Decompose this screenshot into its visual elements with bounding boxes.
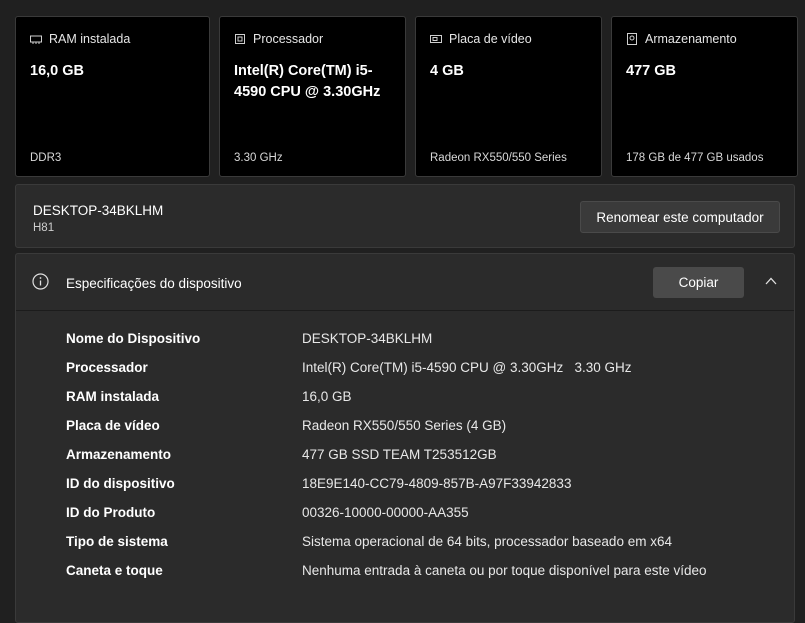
copy-button[interactable]: Copiar	[653, 267, 744, 298]
storage-icon	[626, 33, 638, 45]
card-value: Intel(R) Core(TM) i5-4590 CPU @ 3.30GHz	[234, 63, 381, 100]
card-header: Placa de vídeo	[430, 32, 532, 46]
spec-label: Processador	[66, 360, 148, 375]
spec-label: RAM instalada	[66, 389, 160, 404]
spec-label: Caneta e toque	[66, 563, 163, 578]
card-detail: DDR3	[30, 152, 62, 164]
card-gpu: Placa de vídeo 4 GB Radeon RX550/550 Ser…	[415, 16, 602, 177]
spec-value: 16,0 GB	[302, 389, 352, 404]
info-icon	[32, 273, 49, 290]
hardware-summary-cards: RAM instalada 16,0 GB DDR3 Processador I…	[15, 16, 798, 177]
spec-label: ID do dispositivo	[66, 476, 175, 491]
chevron-up-icon[interactable]	[764, 274, 778, 288]
card-title: Armazenamento	[645, 32, 737, 46]
spec-label: Tipo de sistema	[66, 534, 168, 549]
card-detail: 178 GB de 477 GB usados	[626, 152, 764, 164]
spec-label: Placa de vídeo	[66, 418, 160, 433]
card-header: RAM instalada	[30, 32, 130, 46]
card-value: 4 GB	[430, 63, 464, 79]
spec-value: 00326-10000-00000-AA355	[302, 505, 469, 520]
spec-value: DESKTOP-34BKLHM	[302, 331, 433, 346]
card-detail: Radeon RX550/550 Series	[430, 152, 567, 164]
computer-name-panel: DESKTOP-34BKLHM H81 Renomear este comput…	[15, 184, 795, 248]
card-detail: 3.30 GHz	[234, 152, 283, 164]
spec-value: Sistema operacional de 64 bits, processa…	[302, 534, 672, 549]
card-storage: Armazenamento 477 GB 178 GB de 477 GB us…	[611, 16, 798, 177]
card-title: Placa de vídeo	[449, 32, 532, 46]
device-specifications-header[interactable]: Especificações do dispositivo Copiar	[16, 254, 794, 311]
spec-value: Radeon RX550/550 Series (4 GB)	[302, 418, 507, 433]
ram-icon	[30, 33, 42, 45]
card-title: Processador	[253, 32, 324, 46]
computer-name: DESKTOP-34BKLHM	[33, 203, 164, 218]
spec-value: 18E9E140-CC79-4809-857B-A97F33942833	[302, 476, 572, 491]
spec-label: Nome do Dispositivo	[66, 331, 201, 346]
device-specifications-title: Especificações do dispositivo	[66, 276, 242, 291]
card-header: Armazenamento	[626, 32, 737, 46]
rename-computer-button[interactable]: Renomear este computador	[580, 201, 780, 233]
device-specifications-panel: Especificações do dispositivo Copiar Nom…	[15, 253, 795, 623]
card-title: RAM instalada	[49, 32, 131, 46]
card-ram: RAM instalada 16,0 GB DDR3	[15, 16, 210, 177]
card-value: 477 GB	[626, 63, 676, 79]
processor-icon	[234, 33, 246, 45]
gpu-icon	[430, 33, 442, 45]
spec-value: Nenhuma entrada à caneta ou por toque di…	[302, 563, 707, 578]
card-header: Processador	[234, 32, 323, 46]
motherboard-model: H81	[33, 222, 55, 234]
spec-label: Armazenamento	[66, 447, 172, 462]
spec-label: ID do Produto	[66, 505, 156, 520]
spec-value: 477 GB SSD TEAM T253512GB	[302, 447, 497, 462]
card-value: 16,0 GB	[30, 63, 84, 79]
spec-value: Intel(R) Core(TM) i5-4590 CPU @ 3.30GHz …	[302, 360, 632, 375]
card-processor: Processador Intel(R) Core(TM) i5-4590 CP…	[219, 16, 406, 177]
